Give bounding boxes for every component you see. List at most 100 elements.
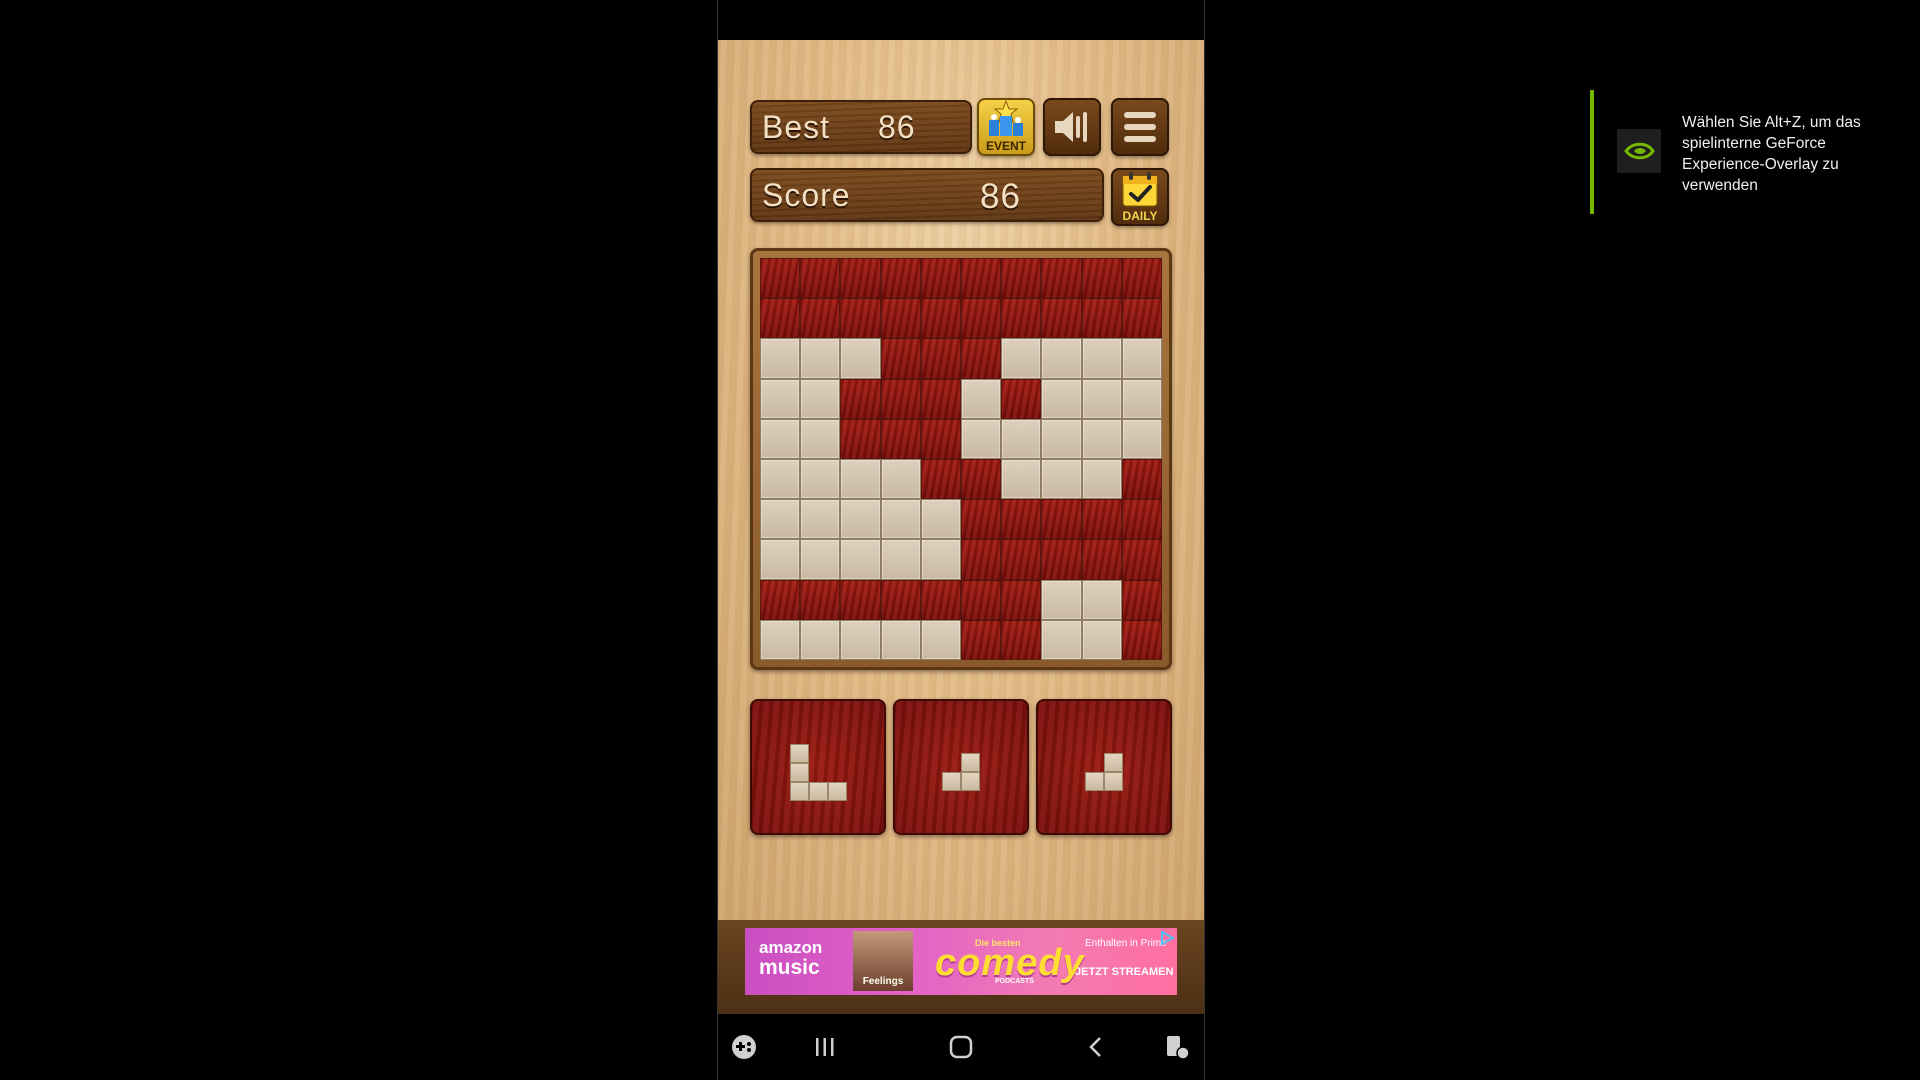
board-cell-filled[interactable]	[1121, 258, 1162, 299]
sound-button[interactable]	[1043, 98, 1101, 156]
board-cell-empty[interactable]	[800, 619, 841, 660]
menu-button[interactable]	[1111, 98, 1169, 156]
board-cell-empty[interactable]	[1041, 378, 1082, 419]
board-cell-filled[interactable]	[1001, 619, 1042, 660]
board-cell-filled[interactable]	[1081, 499, 1122, 540]
board-cell-empty[interactable]	[1081, 619, 1122, 660]
board-cell-filled[interactable]	[1001, 579, 1042, 620]
board-cell-empty[interactable]	[840, 338, 881, 379]
board-cell-filled[interactable]	[920, 579, 961, 620]
board-cell-empty[interactable]	[920, 619, 961, 660]
board-cell-filled[interactable]	[880, 579, 921, 620]
board-cell-filled[interactable]	[840, 258, 881, 299]
board-cell-filled[interactable]	[920, 378, 961, 419]
board-cell-empty[interactable]	[760, 539, 801, 580]
board-cell-filled[interactable]	[1001, 378, 1042, 419]
board-cell-filled[interactable]	[800, 258, 841, 299]
ad-cta[interactable]: JETZT STREAMEN	[1075, 966, 1173, 978]
board-cell-empty[interactable]	[760, 499, 801, 540]
board-cell-filled[interactable]	[1041, 258, 1082, 299]
recent-apps-icon[interactable]	[813, 1035, 837, 1059]
board-cell-filled[interactable]	[880, 418, 921, 459]
board-cell-filled[interactable]	[760, 298, 801, 339]
board-cell-empty[interactable]	[800, 338, 841, 379]
board-cell-filled[interactable]	[1081, 539, 1122, 580]
board-cell-filled[interactable]	[960, 298, 1002, 339]
board-cell-empty[interactable]	[800, 458, 841, 500]
piece-tray-2[interactable]	[893, 699, 1029, 835]
board-cell-filled[interactable]	[1081, 258, 1122, 299]
event-button[interactable]: EVENT	[977, 98, 1035, 156]
board-cell-empty[interactable]	[800, 378, 841, 419]
board-cell-empty[interactable]	[1081, 378, 1122, 419]
board-cell-filled[interactable]	[1121, 539, 1162, 580]
board-cell-empty[interactable]	[840, 499, 881, 540]
board-cell-empty[interactable]	[880, 458, 921, 500]
board-cell-filled[interactable]	[960, 258, 1002, 299]
board-cell-filled[interactable]	[800, 298, 841, 339]
board-cell-empty[interactable]	[920, 539, 961, 580]
board-cell-filled[interactable]	[840, 579, 881, 620]
board-cell-filled[interactable]	[1001, 258, 1042, 299]
board-cell-empty[interactable]	[760, 378, 801, 419]
board-cell-empty[interactable]	[1041, 418, 1082, 459]
board-cell-filled[interactable]	[1121, 579, 1162, 620]
board-cell-empty[interactable]	[800, 499, 841, 540]
board-cell-empty[interactable]	[760, 458, 801, 500]
board-cell-empty[interactable]	[1041, 458, 1082, 500]
board-cell-filled[interactable]	[920, 258, 961, 299]
board-cell-empty[interactable]	[920, 499, 961, 540]
board-cell-filled[interactable]	[1041, 539, 1082, 580]
board-cell-filled[interactable]	[1001, 298, 1042, 339]
board-cell-empty[interactable]	[1001, 418, 1042, 459]
board-cell-empty[interactable]	[840, 619, 881, 660]
board-cell-empty[interactable]	[1121, 378, 1162, 419]
board-cell-filled[interactable]	[920, 458, 961, 500]
board-cell-empty[interactable]	[1041, 338, 1082, 379]
board-cell-filled[interactable]	[920, 298, 961, 339]
board-cell-filled[interactable]	[1121, 458, 1162, 500]
board-cell-empty[interactable]	[1081, 579, 1122, 620]
piece-tray-1[interactable]	[750, 699, 886, 835]
board-cell-empty[interactable]	[800, 418, 841, 459]
board-cell-filled[interactable]	[840, 378, 881, 419]
board-cell-filled[interactable]	[1041, 499, 1082, 540]
board-cell-filled[interactable]	[1001, 539, 1042, 580]
board-cell-empty[interactable]	[1041, 579, 1082, 620]
board-cell-empty[interactable]	[840, 458, 881, 500]
board-cell-filled[interactable]	[760, 258, 801, 299]
board-cell-filled[interactable]	[960, 338, 1002, 379]
board-cell-empty[interactable]	[760, 418, 801, 459]
board-cell-filled[interactable]	[880, 378, 921, 419]
board-cell-empty[interactable]	[1121, 338, 1162, 379]
board-cell-filled[interactable]	[800, 579, 841, 620]
board-cell-filled[interactable]	[880, 258, 921, 299]
board-cell-filled[interactable]	[1001, 499, 1042, 540]
board-cell-filled[interactable]	[840, 418, 881, 459]
board-cell-empty[interactable]	[880, 499, 921, 540]
board-cell-filled[interactable]	[1121, 499, 1162, 540]
board-cell-filled[interactable]	[840, 298, 881, 339]
board-cell-empty[interactable]	[960, 378, 1002, 419]
board-cell-filled[interactable]	[920, 418, 961, 459]
board-cell-filled[interactable]	[760, 579, 801, 620]
board-cell-filled[interactable]	[880, 338, 921, 379]
game-tools-icon[interactable]	[730, 1033, 758, 1061]
board-cell-filled[interactable]	[960, 539, 1002, 580]
board-cell-empty[interactable]	[1001, 338, 1042, 379]
board-cell-filled[interactable]	[920, 338, 961, 379]
board-cell-filled[interactable]	[960, 499, 1002, 540]
board-cell-empty[interactable]	[760, 338, 801, 379]
board-cell-filled[interactable]	[960, 619, 1002, 660]
board-cell-empty[interactable]	[1121, 418, 1162, 459]
board-cell-empty[interactable]	[840, 539, 881, 580]
board-cell-empty[interactable]	[1081, 338, 1122, 379]
board-cell-filled[interactable]	[960, 579, 1002, 620]
board-cell-filled[interactable]	[1081, 298, 1122, 339]
board-cell-filled[interactable]	[1041, 298, 1082, 339]
board-cell-filled[interactable]	[1121, 619, 1162, 660]
board-cell-empty[interactable]	[1001, 458, 1042, 500]
ad-banner[interactable]: amazon music Feelings Die besten comedy …	[745, 928, 1177, 995]
board-cell-empty[interactable]	[1041, 619, 1082, 660]
board-cell-empty[interactable]	[1081, 418, 1122, 459]
